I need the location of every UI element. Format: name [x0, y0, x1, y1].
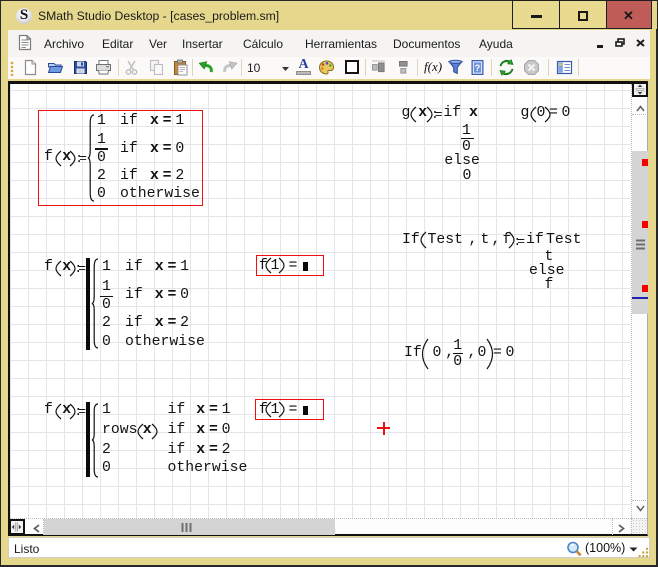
svg-text:?: ? — [475, 63, 481, 73]
